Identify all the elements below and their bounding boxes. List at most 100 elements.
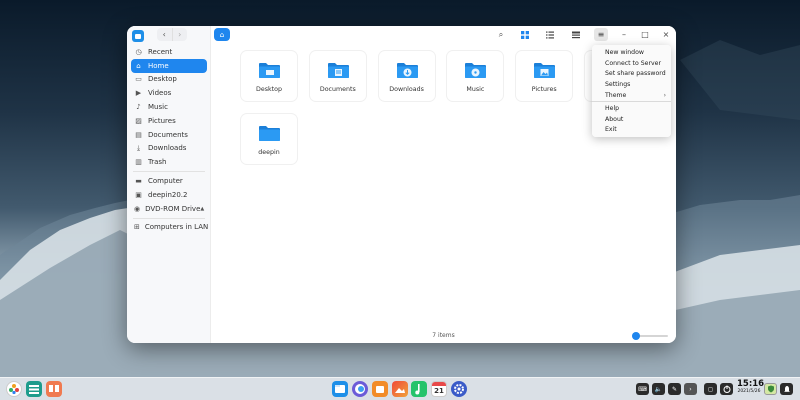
list-view-icon [546, 31, 554, 38]
pictures-folder-icon [534, 63, 556, 78]
menu-item-exit[interactable]: Exit [592, 125, 671, 136]
sidebar-item-recent[interactable]: ◷ Recent [131, 45, 207, 59]
sidebar-divider [133, 171, 205, 173]
browser-icon [355, 384, 365, 394]
eject-icon[interactable]: ▲ [200, 206, 204, 212]
menu-item-about[interactable]: About [592, 114, 671, 125]
multitasking-view-button[interactable] [26, 381, 42, 397]
sidebar-item-videos[interactable]: ▶ Videos [131, 86, 207, 100]
main-menu-button[interactable]: ≡ [594, 28, 608, 41]
sidebar-item-computer[interactable]: ▬ Computer [131, 174, 207, 188]
sidebar-item-computers-in-lan[interactable]: ⊞ Computers in LAN [131, 221, 208, 235]
shutdown-tray-button[interactable] [720, 383, 733, 395]
sidebar-item-label: Videos [148, 89, 172, 98]
sidebar-item-label: Trash [148, 158, 167, 167]
launcher-button[interactable] [6, 381, 22, 397]
notification-tray-button[interactable] [780, 383, 793, 395]
file-item-downloads[interactable]: Downloads [378, 51, 435, 101]
search-icon: ⌕ [498, 29, 504, 39]
sidebar-list: ◷ Recent ⌂ Home ▭ Desktop ▶ Videos ♪ Music ▨ Pictur… [131, 45, 208, 235]
clock[interactable]: 15:16 2021/5/26 [737, 380, 764, 394]
menu-item-help[interactable]: Help [592, 103, 671, 114]
sidebar-item-trash[interactable]: ▥ Trash [131, 155, 207, 169]
sidebar-item-music[interactable]: ♪ Music [131, 100, 207, 114]
menu-item-label: Theme [605, 92, 627, 100]
menu-item-label: About [605, 115, 624, 123]
file-item-documents[interactable]: Documents [309, 51, 366, 101]
dock-control-center[interactable] [451, 381, 467, 397]
dock-browser[interactable] [352, 381, 368, 397]
sidebar-item-desktop[interactable]: ▭ Desktop [131, 73, 207, 87]
disk-icon: ▣ [135, 190, 142, 199]
home-breadcrumb-button[interactable]: ⌂ [214, 28, 230, 41]
file-item-label: Downloads [389, 86, 424, 93]
keyboard-tray-button[interactable]: ⌨ [636, 383, 649, 395]
file-item-pictures[interactable]: Pictures [516, 51, 573, 101]
dock-file-manager[interactable] [332, 381, 348, 397]
close-button[interactable]: × [659, 28, 673, 41]
desktop-folder-icon [259, 63, 280, 78]
icon-view-button[interactable] [518, 28, 532, 41]
details-panel-button[interactable] [569, 28, 583, 41]
sidebar-item-documents[interactable]: ▤ Documents [131, 128, 207, 142]
input-method-tray-button[interactable]: ✎ [668, 383, 681, 395]
tray-expand-button[interactable]: › [684, 383, 697, 395]
forward-button[interactable]: › [171, 28, 188, 41]
back-button[interactable]: ‹ [157, 28, 172, 41]
maximize-button[interactable]: □ [638, 28, 652, 41]
list-view-button[interactable] [543, 28, 557, 41]
file-item-music[interactable]: Music [447, 51, 504, 101]
network-icon: ⊞ [134, 223, 140, 232]
menu-item-connect-to-server[interactable]: Connect to Server [592, 58, 671, 69]
sidebar-item-label: Recent [148, 47, 173, 56]
image-viewer-icon [395, 388, 405, 393]
keyboard-icon: ⌨ [638, 385, 647, 393]
sidebar-item-home[interactable]: ⌂ Home [131, 58, 207, 73]
dvd-icon: ◉ [134, 204, 141, 213]
settings-gear-icon [454, 384, 464, 394]
search-button[interactable]: ⌕ [494, 28, 508, 41]
pen-icon: ✎ [671, 385, 678, 393]
computer-icon: ▬ [135, 177, 142, 186]
security-tray-button[interactable] [764, 383, 777, 395]
volume-tray-button[interactable]: 🔈 [652, 383, 665, 395]
dock-app-store[interactable] [372, 381, 388, 397]
menu-item-set-share-password[interactable]: Set share password [592, 69, 671, 80]
sidebar-item-pictures[interactable]: ▨ Pictures [131, 114, 207, 128]
dock-music[interactable] [411, 381, 427, 397]
zoom-slider[interactable] [632, 332, 668, 340]
music-icon: ♪ [136, 103, 141, 112]
file-item-label: Desktop [256, 86, 282, 93]
menu-item-new-window[interactable]: New window [592, 47, 671, 58]
sidebar-item-dvd-rom-drive[interactable]: ◉ DVD-ROM Drive ▲ [131, 202, 207, 216]
file-item-deepin[interactable]: deepin [241, 114, 297, 164]
music-icon [415, 384, 420, 395]
sidebar-item-label: Downloads [148, 144, 187, 153]
menu-item-theme[interactable]: Theme › [592, 90, 671, 101]
multitasking-icon [29, 385, 39, 394]
dock-calendar[interactable]: 21 [431, 381, 447, 397]
document-icon: ▤ [135, 130, 142, 139]
sidebar-item-deepin20-2[interactable]: ▣ deepin20.2 [131, 188, 207, 202]
menu-item-settings[interactable]: Settings [592, 79, 671, 90]
zoom-slider-handle[interactable] [632, 332, 640, 340]
workspace-button[interactable] [46, 381, 62, 397]
clock-icon: ◷ [135, 47, 142, 56]
minimize-button[interactable]: – [617, 28, 631, 41]
taskbar: 21 ⌨ 🔈 ✎ › ◻ 15:16 2021/5/26 [0, 377, 800, 400]
power-icon [723, 385, 730, 393]
file-item-desktop[interactable]: Desktop [241, 51, 297, 101]
menu-item-label: Help [605, 104, 620, 112]
shield-icon [767, 385, 774, 393]
music-folder-icon [465, 63, 487, 78]
file-item-label: Pictures [531, 86, 557, 93]
sidebar-item-label: Computer [148, 177, 183, 186]
documents-folder-icon [327, 63, 349, 78]
screen-recorder-tray-button[interactable]: ◻ [704, 383, 717, 395]
submenu-arrow-icon: › [663, 92, 666, 100]
sidebar-item-label: Desktop [148, 75, 177, 84]
dock-image-viewer[interactable] [392, 381, 408, 397]
sidebar-item-downloads[interactable]: ⤓ Downloads [131, 142, 207, 156]
bell-icon [784, 386, 789, 392]
menu-item-label: Connect to Server [605, 59, 662, 67]
